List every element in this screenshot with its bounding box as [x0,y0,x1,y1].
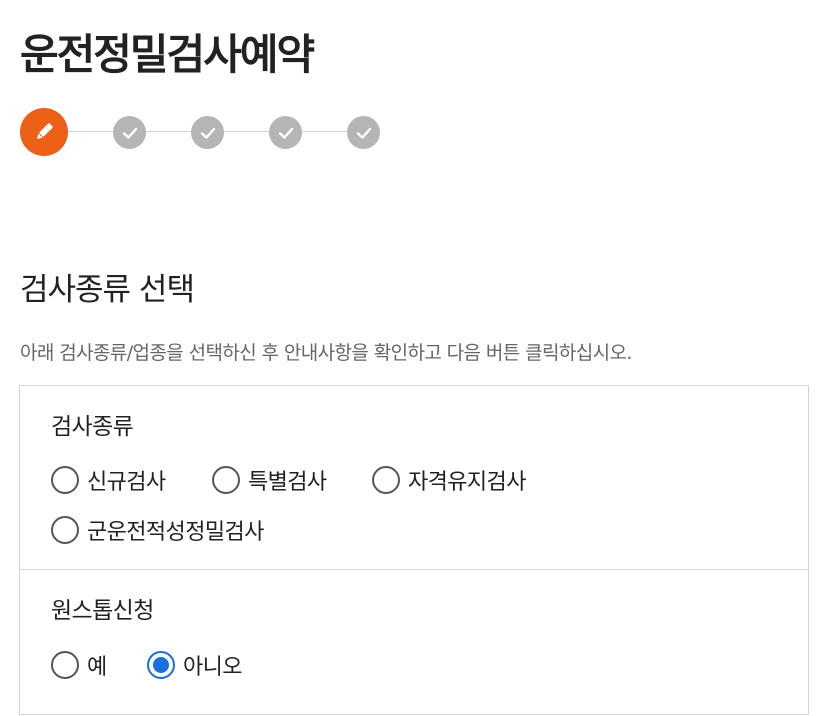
step-5 [347,116,380,149]
check-icon [122,127,137,139]
radio-one-stop-yes[interactable]: 예 [51,648,107,682]
radio-qualification-inspection[interactable]: 자격유지검사 [372,463,526,497]
check-icon [200,127,215,139]
radio-special-inspection[interactable]: 특별검사 [212,463,327,497]
radio-button[interactable] [51,516,79,544]
one-stop-row: 원스톱신청 예 아니오 [20,570,808,716]
radio-military-inspection[interactable]: 군운전적성정밀검사 [51,513,264,547]
radio-one-stop-no[interactable]: 아니오 [147,648,243,682]
radio-button[interactable] [372,466,400,494]
radio-label: 군운전적성정밀검사 [87,520,264,545]
radio-label: 특별검사 [248,470,327,495]
check-icon [278,127,293,139]
radio-button[interactable] [212,466,240,494]
section-description: 아래 검사종류/업종을 선택하신 후 안내사항을 확인하고 다음 버튼 클릭하십… [20,342,632,364]
radio-label: 신규검사 [87,470,166,495]
radio-button[interactable] [51,651,79,679]
one-stop-label: 원스톱신청 [51,598,154,624]
radio-label: 아니오 [183,655,243,680]
radio-label: 예 [87,655,107,680]
inspection-type-label: 검사종류 [51,414,134,440]
step-4 [269,116,302,149]
radio-new-inspection[interactable]: 신규검사 [51,463,166,497]
progress-stepper [20,108,382,156]
page-title: 운전정밀검사예약 [20,30,315,79]
step-3 [191,116,224,149]
inspection-type-row: 검사종류 신규검사 특별검사 자격유지검사 군운전적성정밀검사 [20,386,808,570]
step-1-current [20,108,68,156]
step-2 [113,116,146,149]
section-title: 검사종류 선택 [20,272,195,308]
inspection-form: 검사종류 신규검사 특별검사 자격유지검사 군운전적성정밀검사 원스톱신청 예 … [19,385,809,715]
radio-label: 자격유지검사 [408,470,526,495]
radio-button[interactable] [51,466,79,494]
radio-button-selected[interactable] [147,651,175,679]
check-icon [356,127,371,139]
pencil-icon [36,123,53,140]
